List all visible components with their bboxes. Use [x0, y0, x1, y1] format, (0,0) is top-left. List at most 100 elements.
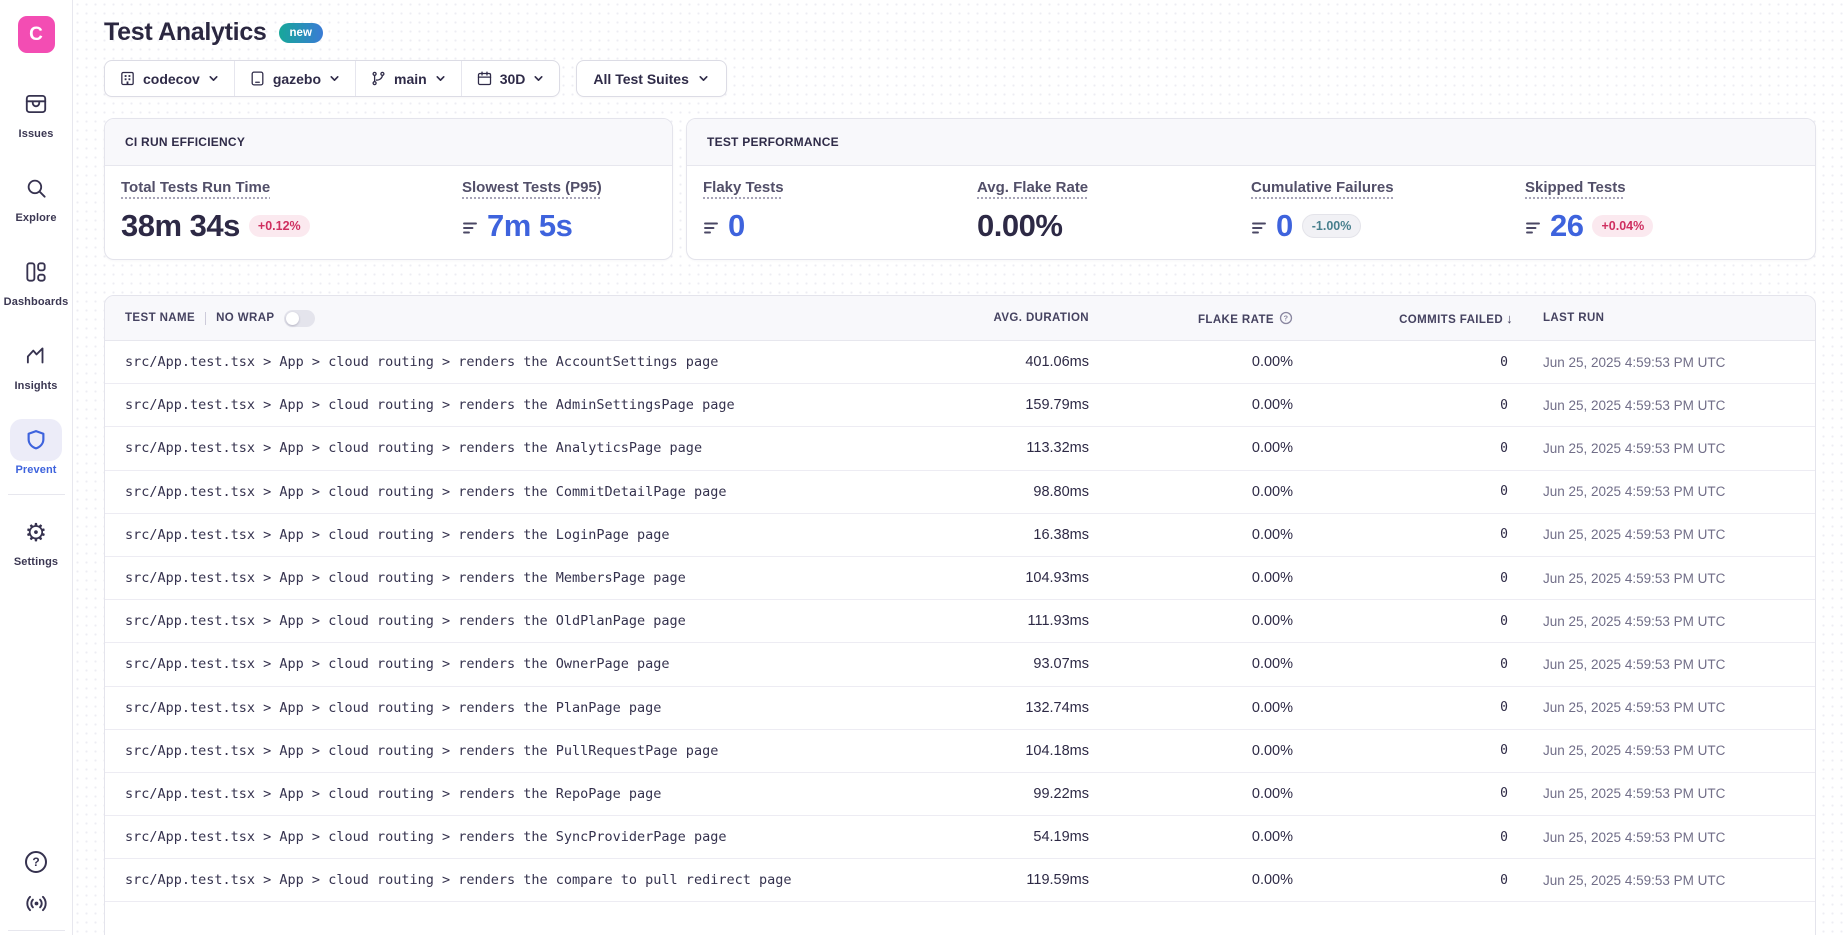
stat-label[interactable]: Cumulative Failures — [1251, 179, 1394, 196]
branch-label: main — [394, 71, 427, 87]
flake-rate-cell: 0.00% — [1089, 700, 1293, 716]
main-content: Test Analytics new — [73, 0, 1845, 935]
summary-panels: CI RUN EFFICIENCY Total Tests Run Time 3… — [104, 118, 1816, 260]
test-name-cell[interactable]: src/App.test.tsx > App > cloud routing >… — [105, 786, 889, 802]
flake-rate-cell: 0.00% — [1089, 613, 1293, 629]
stat-value: 0 — [728, 208, 745, 244]
branch-selector[interactable]: main — [355, 61, 461, 96]
stat-label[interactable]: Slowest Tests (P95) — [462, 179, 602, 196]
last-run-cell: Jun 25, 2025 4:59:53 PM UTC — [1513, 614, 1815, 629]
repo-selector[interactable]: gazebo — [234, 61, 355, 96]
table-row[interactable]: src/App.test.tsx > App > cloud routing >… — [105, 773, 1815, 816]
test-name-cell[interactable]: src/App.test.tsx > App > cloud routing >… — [105, 484, 889, 500]
sidebar-item-dashboards[interactable]: Dashboards — [0, 251, 72, 308]
table-row[interactable]: src/App.test.tsx > App > cloud routing >… — [105, 514, 1815, 557]
table-row[interactable]: src/App.test.tsx > App > cloud routing >… — [105, 557, 1815, 600]
test-name-cell[interactable]: src/App.test.tsx > App > cloud routing >… — [105, 397, 889, 413]
insights-chart-icon — [10, 335, 62, 377]
org-selector[interactable]: codecov — [105, 61, 234, 96]
sort-desc-icon: ↓ — [1506, 311, 1513, 326]
sidebar-item-insights[interactable]: Insights — [0, 335, 72, 392]
stat-label[interactable]: Avg. Flake Rate — [977, 179, 1088, 196]
last-run-cell: Jun 25, 2025 4:59:53 PM UTC — [1513, 873, 1815, 888]
app-logo[interactable]: C — [18, 16, 55, 53]
table-row[interactable]: src/App.test.tsx > App > cloud routing >… — [105, 471, 1815, 514]
commits-failed-cell: 0 — [1293, 355, 1513, 370]
table-row[interactable]: src/App.test.tsx > App > cloud routing >… — [105, 600, 1815, 643]
table-row[interactable]: src/App.test.tsx > App > cloud routing >… — [105, 859, 1815, 902]
table-row[interactable]: src/App.test.tsx > App > cloud routing >… — [105, 341, 1815, 384]
avg-duration-cell: 119.59ms — [889, 872, 1089, 888]
test-suites-label: All Test Suites — [593, 71, 688, 87]
org-label: codecov — [143, 71, 200, 87]
col-avg-duration[interactable]: AVG. DURATION — [889, 312, 1089, 324]
col-commits-failed[interactable]: COMMITS FAILED↓ — [1293, 311, 1513, 326]
flake-rate-cell: 0.00% — [1089, 786, 1293, 802]
filter-bar: codecov gazebo — [104, 60, 1816, 97]
chevron-down-icon — [328, 72, 341, 85]
no-wrap-label: NO WRAP — [216, 312, 274, 324]
test-name-cell[interactable]: src/App.test.tsx > App > cloud routing >… — [105, 656, 889, 672]
date-range-selector[interactable]: 30D — [461, 61, 560, 96]
table-row[interactable]: src/App.test.tsx > App > cloud routing >… — [105, 643, 1815, 686]
col-flake-rate[interactable]: FLAKE RATE? — [1089, 311, 1293, 326]
test-name-cell[interactable]: src/App.test.tsx > App > cloud routing >… — [105, 527, 889, 543]
stat-value: 26 — [1550, 208, 1583, 244]
stat-skipped-tests: Skipped Tests 26 +0.04% — [1525, 179, 1799, 244]
test-name-cell[interactable]: src/App.test.tsx > App > cloud routing >… — [105, 700, 889, 716]
panel-header: CI RUN EFFICIENCY — [105, 119, 672, 166]
flake-rate-cell: 0.00% — [1089, 743, 1293, 759]
trend-badge: +0.12% — [249, 215, 310, 237]
avg-duration-cell: 98.80ms — [889, 484, 1089, 500]
date-range-label: 30D — [500, 71, 526, 87]
chevron-down-icon — [434, 72, 447, 85]
sidebar-footer: ? — [0, 851, 72, 931]
repo-icon — [249, 70, 266, 87]
test-name-cell[interactable]: src/App.test.tsx > App > cloud routing >… — [105, 829, 889, 845]
test-name-cell[interactable]: src/App.test.tsx > App > cloud routing >… — [105, 440, 889, 456]
stat-slowest-tests: Slowest Tests (P95) 7m 5s — [462, 179, 656, 244]
avg-duration-cell: 16.38ms — [889, 527, 1089, 543]
stat-label[interactable]: Flaky Tests — [703, 179, 784, 196]
stat-label[interactable]: Skipped Tests — [1525, 179, 1626, 196]
search-icon — [10, 167, 62, 209]
commits-failed-cell: 0 — [1293, 441, 1513, 456]
commits-failed-cell: 0 — [1293, 743, 1513, 758]
table-row[interactable]: src/App.test.tsx > App > cloud routing >… — [105, 384, 1815, 427]
test-name-cell[interactable]: src/App.test.tsx > App > cloud routing >… — [105, 743, 889, 759]
table-row[interactable]: src/App.test.tsx > App > cloud routing >… — [105, 427, 1815, 470]
avg-duration-cell: 401.06ms — [889, 354, 1089, 370]
flake-rate-cell: 0.00% — [1089, 872, 1293, 888]
page-header: Test Analytics new — [104, 0, 1816, 47]
table-row[interactable]: src/App.test.tsx > App > cloud routing >… — [105, 816, 1815, 859]
sidebar-item-settings[interactable]: ⚙ Settings — [0, 511, 72, 568]
question-circle-icon[interactable]: ? — [1279, 311, 1293, 325]
table-header: TEST NAME NO WRAP AVG. DURATION FLAKE RA… — [105, 296, 1815, 341]
last-run-cell: Jun 25, 2025 4:59:53 PM UTC — [1513, 571, 1815, 586]
dashboards-icon — [10, 251, 62, 293]
test-performance-panel: TEST PERFORMANCE Flaky Tests 0 Avg. Flak… — [686, 118, 1816, 260]
help-icon[interactable]: ? — [25, 851, 47, 873]
table-row[interactable]: src/App.test.tsx > App > cloud routing >… — [105, 687, 1815, 730]
last-run-cell: Jun 25, 2025 4:59:53 PM UTC — [1513, 786, 1815, 801]
sidebar-item-label: Explore — [15, 212, 56, 224]
stat-label[interactable]: Total Tests Run Time — [121, 179, 270, 196]
test-name-cell[interactable]: src/App.test.tsx > App > cloud routing >… — [105, 872, 889, 888]
broadcast-icon[interactable] — [23, 890, 50, 917]
test-name-cell[interactable]: src/App.test.tsx > App > cloud routing >… — [105, 613, 889, 629]
test-name-cell[interactable]: src/App.test.tsx > App > cloud routing >… — [105, 354, 889, 370]
flake-rate-cell: 0.00% — [1089, 484, 1293, 500]
sidebar-item-prevent[interactable]: Prevent — [0, 419, 72, 476]
stat-value: 38m 34s — [121, 208, 240, 244]
col-test-name[interactable]: TEST NAME — [125, 312, 195, 324]
col-last-run[interactable]: LAST RUN — [1513, 312, 1815, 324]
sidebar-item-explore[interactable]: Explore — [0, 167, 72, 224]
sidebar-item-issues[interactable]: Issues — [0, 83, 72, 140]
panel-title: TEST PERFORMANCE — [707, 135, 839, 149]
commits-failed-cell: 0 — [1293, 484, 1513, 499]
test-name-cell[interactable]: src/App.test.tsx > App > cloud routing >… — [105, 570, 889, 586]
test-suites-selector[interactable]: All Test Suites — [576, 60, 726, 97]
no-wrap-toggle[interactable] — [284, 310, 315, 327]
filter-bars-icon — [1525, 221, 1541, 235]
table-row[interactable]: src/App.test.tsx > App > cloud routing >… — [105, 730, 1815, 773]
